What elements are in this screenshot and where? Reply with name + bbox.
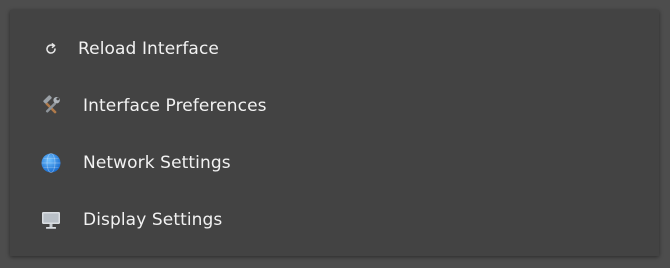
menu-item-label: Network Settings bbox=[83, 152, 231, 173]
menu-item-reload-interface[interactable]: Reload Interface bbox=[10, 20, 659, 77]
menu-item-interface-preferences[interactable]: Interface Preferences bbox=[10, 77, 659, 134]
menu-item-label: Display Settings bbox=[83, 209, 223, 230]
monitor-icon bbox=[40, 209, 62, 231]
globe-icon bbox=[40, 152, 62, 174]
context-menu: Reload Interface Interface Preferences N… bbox=[10, 10, 659, 256]
menu-item-label: Interface Preferences bbox=[83, 95, 267, 116]
reload-icon bbox=[40, 38, 62, 60]
menu-item-label: Reload Interface bbox=[78, 38, 219, 59]
menu-item-display-settings[interactable]: Display Settings bbox=[10, 191, 659, 248]
tools-icon bbox=[40, 94, 62, 117]
menu-item-network-settings[interactable]: Network Settings bbox=[10, 134, 659, 191]
